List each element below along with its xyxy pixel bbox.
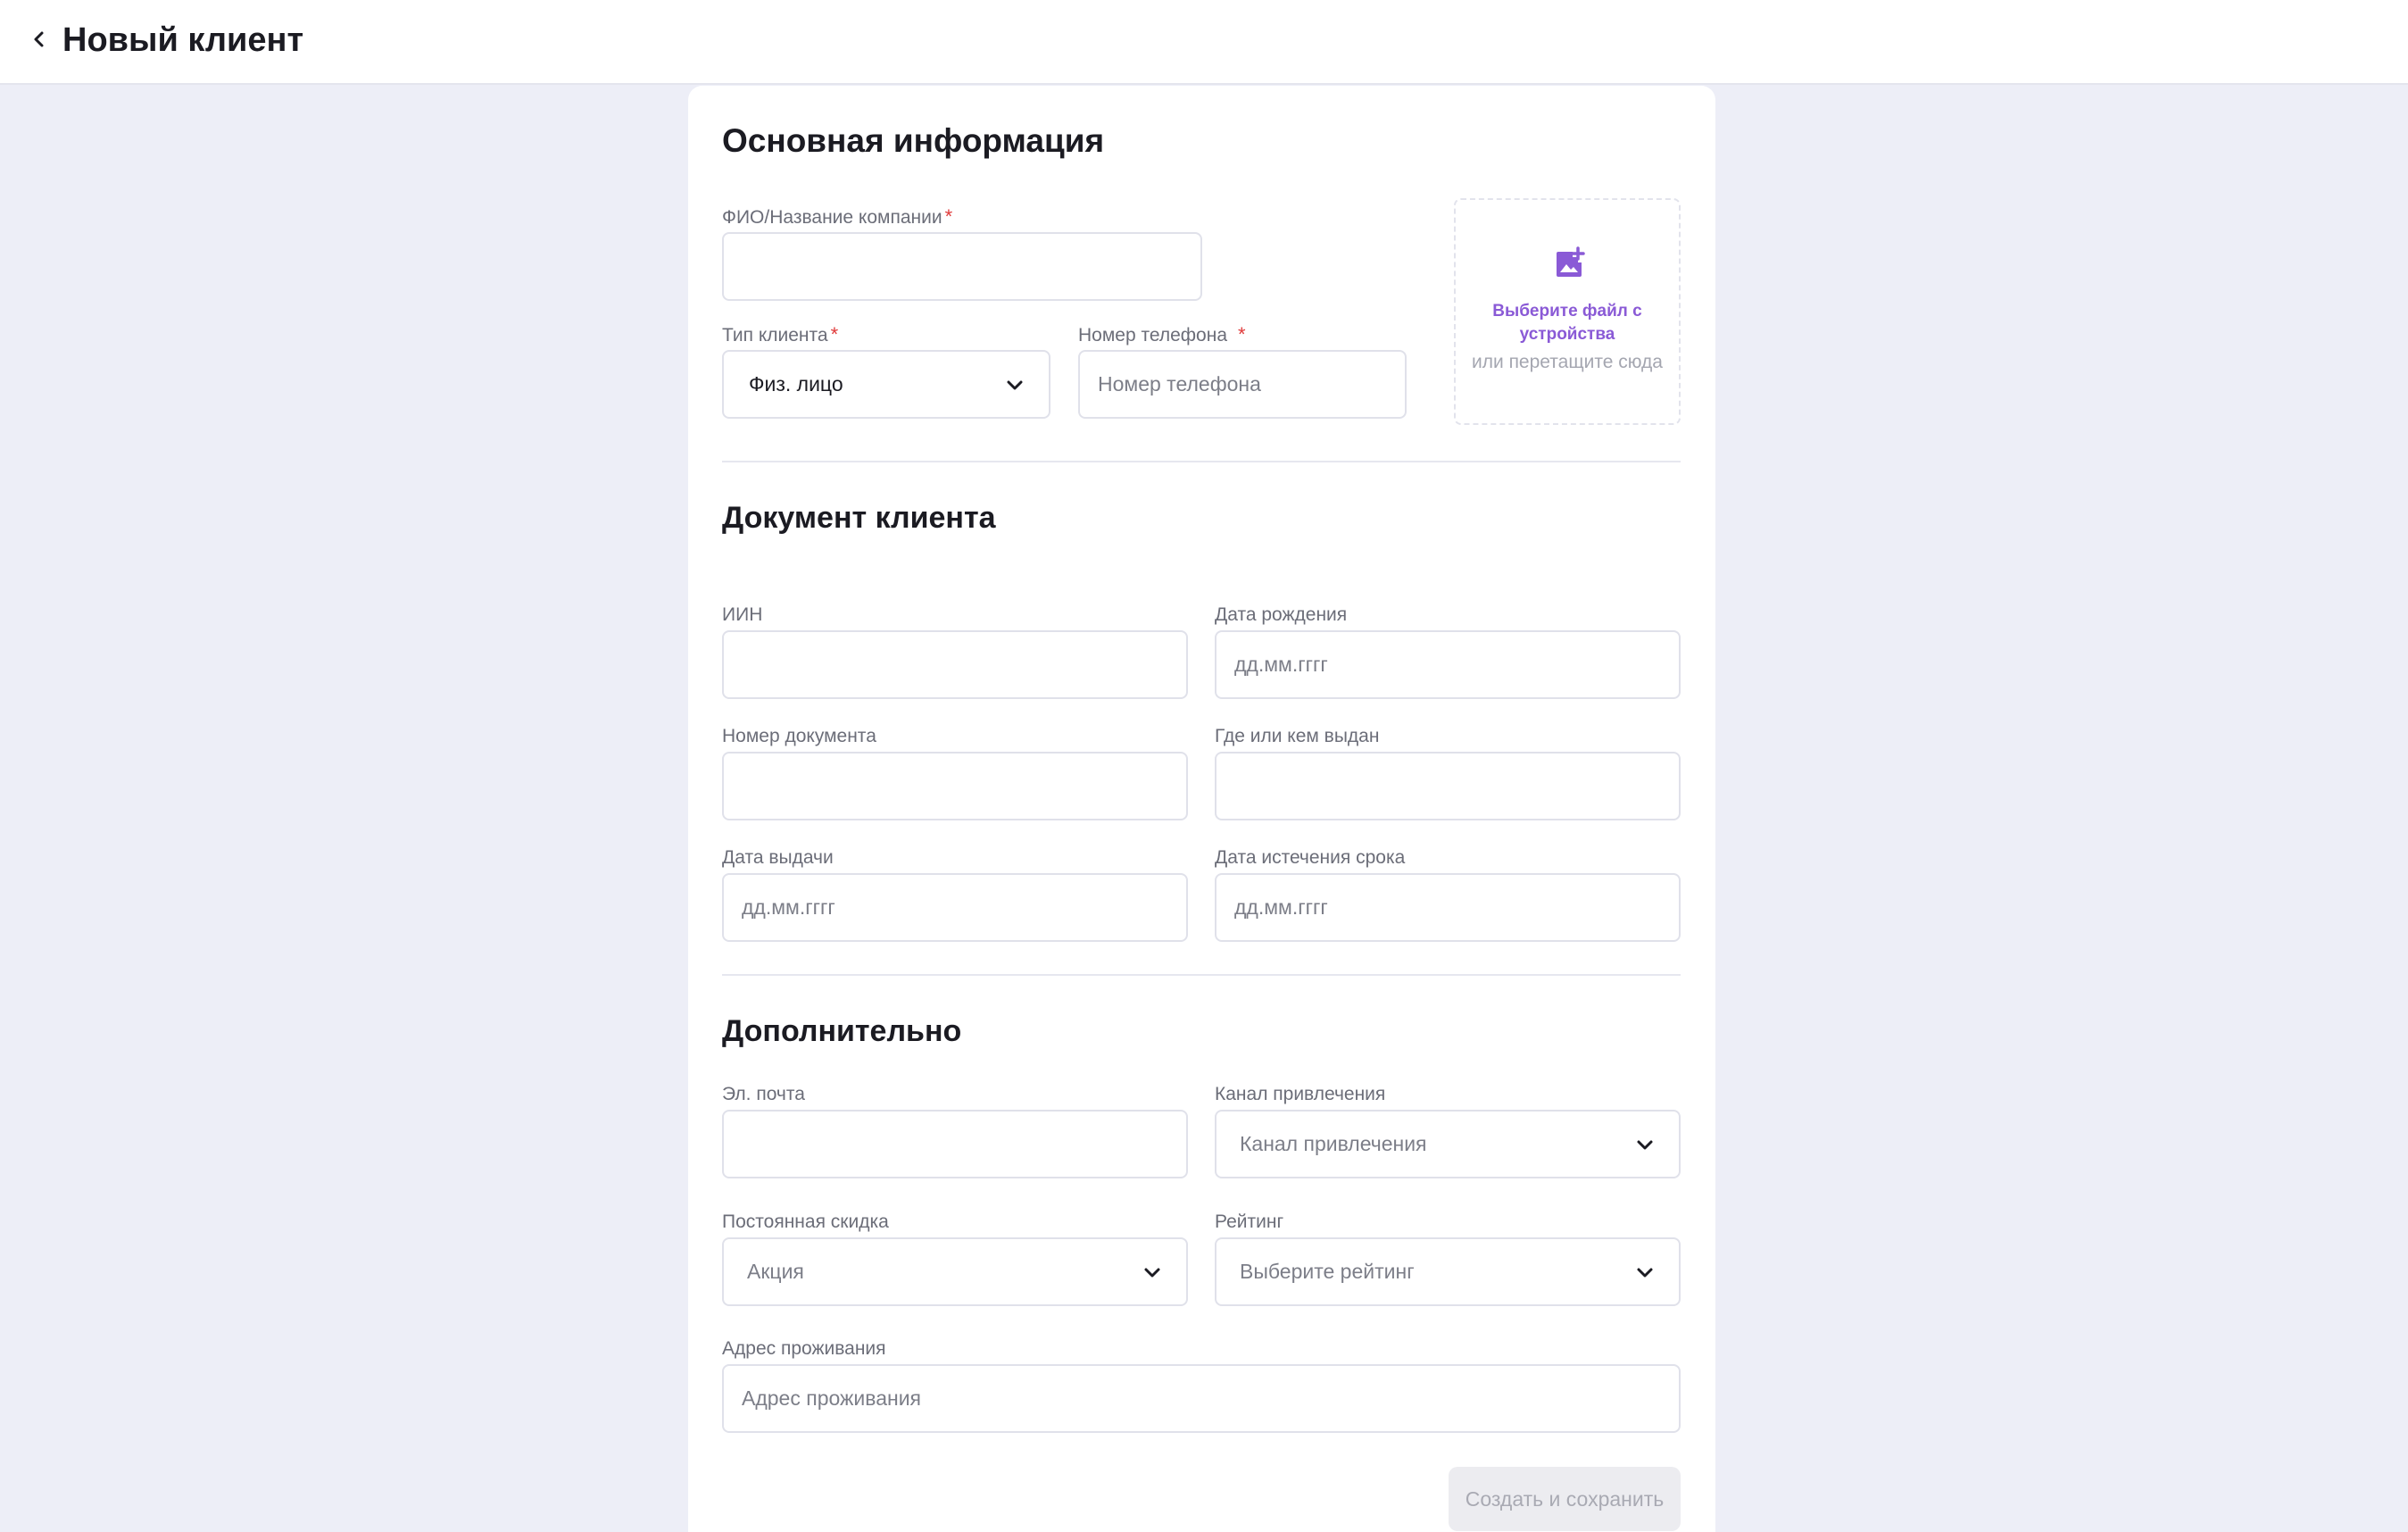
create-and-save-label: Создать и сохранить <box>1465 1486 1665 1511</box>
add-image-icon <box>1557 246 1585 277</box>
client-type-select[interactable]: Физ. лицо <box>722 350 1050 419</box>
doc-number-input[interactable] <box>722 752 1188 820</box>
fio-input[interactable] <box>722 232 1202 301</box>
expiry-date-placeholder: дд.мм.гггг <box>1234 895 1328 919</box>
client-type-label: Тип клиента * <box>722 323 838 347</box>
chevron-down-icon <box>1637 1268 1653 1278</box>
issue-date-label: Дата выдачи <box>722 847 834 868</box>
chevron-down-icon <box>1007 380 1023 390</box>
doc-number-label: Номер документа <box>722 726 876 746</box>
birth-date-placeholder: дд.мм.гггг <box>1234 653 1328 676</box>
client-type-inner: Физ. лицо <box>749 352 1031 417</box>
issued-by-label: Где или кем выдан <box>1215 726 1380 746</box>
rating-label: Рейтинг <box>1215 1211 1284 1232</box>
required-mark: * <box>830 323 839 346</box>
top-bar: Новый клиент <box>0 0 2408 85</box>
issue-date-placeholder: дд.мм.гггг <box>742 895 835 919</box>
photo-upload-dropzone[interactable]: Выберите файл с устройства или перетащит… <box>1454 198 1681 425</box>
iin-input[interactable] <box>722 630 1188 699</box>
expiry-date-input[interactable]: дд.мм.гггг <box>1215 873 1681 942</box>
create-and-save-button[interactable]: Создать и сохранить <box>1449 1467 1681 1531</box>
phone-label-text: Номер телефона <box>1078 325 1228 346</box>
section-divider <box>722 974 1681 976</box>
page-title: Новый клиент <box>62 21 304 59</box>
phone-label: Номер телефона * <box>1078 323 1246 347</box>
discount-inner: Акция <box>747 1239 1168 1304</box>
required-mark: * <box>1238 323 1246 346</box>
address-input[interactable]: Адрес проживания <box>722 1364 1681 1433</box>
birth-date-label: Дата рождения <box>1215 604 1348 625</box>
chevron-down-icon <box>1637 1140 1653 1150</box>
address-inner: Адрес проживания <box>742 1366 1661 1431</box>
birth-date-input[interactable]: дд.мм.гггг <box>1215 630 1681 699</box>
chevron-down-icon <box>1144 1268 1160 1278</box>
issue-date-input[interactable]: дд.мм.гггг <box>722 873 1188 942</box>
fio-label-text: ФИО/Название компании <box>722 207 942 228</box>
discount-select[interactable]: Акция <box>722 1237 1188 1306</box>
iin-label: ИИН <box>722 604 763 625</box>
email-input[interactable] <box>722 1110 1188 1178</box>
rating-inner: Выберите рейтинг <box>1240 1239 1661 1304</box>
channel-inner: Канал привлечения <box>1240 1112 1661 1177</box>
address-label: Адрес проживания <box>722 1338 886 1359</box>
chevron-left-icon <box>34 31 44 47</box>
birth-date-inner: дд.мм.гггг <box>1234 632 1661 697</box>
client-form-card: Основная информация ФИО/Название компани… <box>688 86 1715 1532</box>
client-type-value: Физ. лицо <box>749 372 843 395</box>
discount-label: Постоянная скидка <box>722 1211 889 1232</box>
issued-by-input[interactable] <box>1215 752 1681 820</box>
channel-placeholder: Канал привлечения <box>1240 1132 1427 1155</box>
phone-input-inner: Номер телефона <box>1098 352 1387 417</box>
fio-label: ФИО/Название компании * <box>722 205 952 229</box>
fio-input-inner <box>742 234 1183 299</box>
expiry-date-label: Дата истечения срока <box>1215 847 1406 868</box>
phone-input[interactable]: Номер телефона <box>1078 350 1407 419</box>
upload-hint: или перетащите сюда <box>1472 352 1663 372</box>
upload-cta[interactable]: Выберите файл с устройства <box>1465 300 1670 346</box>
phone-placeholder: Номер телефона <box>1098 372 1261 395</box>
client-type-label-text: Тип клиента <box>722 325 828 346</box>
issue-date-inner: дд.мм.гггг <box>742 875 1168 940</box>
rating-placeholder: Выберите рейтинг <box>1240 1260 1415 1283</box>
rating-select[interactable]: Выберите рейтинг <box>1215 1237 1681 1306</box>
address-placeholder: Адрес проживания <box>742 1386 922 1410</box>
section-title-basic: Основная информация <box>722 122 1105 159</box>
section-title-extra: Дополнительно <box>722 1014 962 1048</box>
required-mark: * <box>944 205 953 228</box>
channel-label: Канал привлечения <box>1215 1084 1386 1104</box>
email-label: Эл. почта <box>722 1084 805 1104</box>
back-button[interactable] <box>21 21 57 57</box>
section-divider <box>722 461 1681 462</box>
discount-placeholder: Акция <box>747 1260 804 1283</box>
section-title-document: Документ клиента <box>722 501 996 535</box>
channel-select[interactable]: Канал привлечения <box>1215 1110 1681 1178</box>
expiry-date-inner: дд.мм.гггг <box>1234 875 1661 940</box>
